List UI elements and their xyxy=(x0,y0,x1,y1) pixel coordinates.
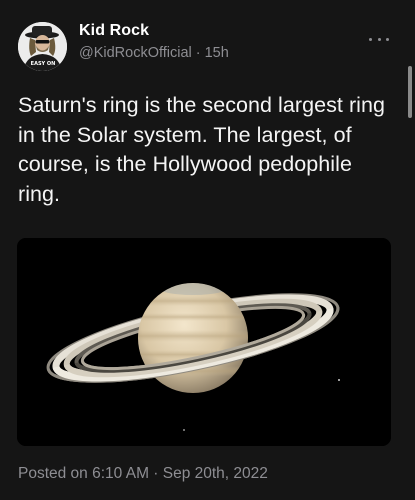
tweet-text: Saturn's ring is the second largest ring… xyxy=(18,93,386,206)
scrollbar-thumb[interactable] xyxy=(408,66,412,118)
avatar-image: EASY ON xyxy=(18,22,67,71)
tweet-age[interactable]: 15h xyxy=(205,45,229,61)
more-horizontal-icon-dot xyxy=(386,37,389,41)
meta-separator: · xyxy=(195,45,201,61)
author-handle-line: @KidRockOfficial · 15h xyxy=(79,45,229,61)
posted-timestamp: Posted on 6:10 AM · Sep 20th, 2022 xyxy=(18,465,268,482)
more-options-button[interactable] xyxy=(369,34,389,44)
avatar-shirt-text: EASY ON xyxy=(31,61,56,67)
saturn-image xyxy=(17,238,391,446)
more-horizontal-icon xyxy=(369,37,372,41)
more-horizontal-icon-dot xyxy=(377,37,381,41)
tweet-media-image[interactable] xyxy=(17,238,391,446)
author-display-name[interactable]: Kid Rock xyxy=(79,22,149,40)
author-handle[interactable]: @KidRockOfficial xyxy=(79,45,192,61)
avatar[interactable]: EASY ON xyxy=(18,22,67,71)
